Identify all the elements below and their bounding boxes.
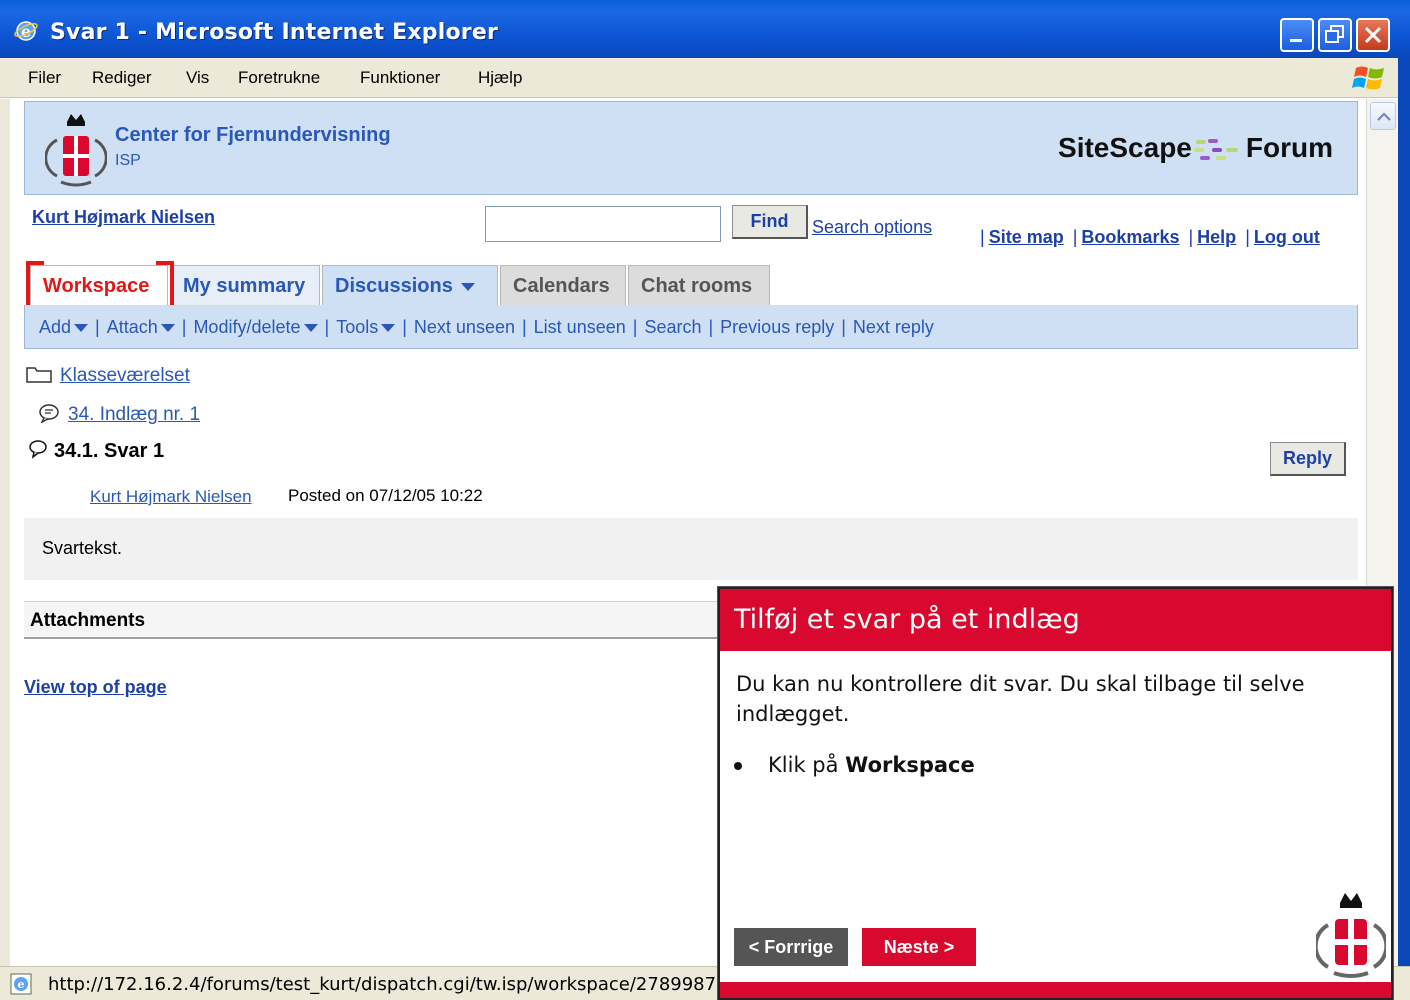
action-search[interactable]: Search [644,317,701,337]
menu-vis[interactable]: Vis [186,68,209,88]
restore-icon [1325,25,1344,43]
product-name-right: Forum [1245,132,1333,163]
menu-funktioner[interactable]: Funktioner [360,68,440,88]
tab-calendars-label: Calendars [513,275,610,297]
close-button[interactable] [1356,18,1390,52]
bookmarks-link[interactable]: Bookmarks [1081,227,1179,247]
menu-bar: Filer Rediger Vis Foretrukne Funktioner … [0,58,1410,98]
action-tools[interactable]: Tools [336,317,396,337]
product-name-left: SiteScape [1058,132,1192,163]
action-next-reply[interactable]: Next reply [853,317,934,337]
scroll-up-button[interactable] [1370,102,1396,130]
tutorial-bullet-bold: Workspace [845,753,975,777]
menu-rediger[interactable]: Rediger [92,68,152,88]
window-frame-left [0,99,10,969]
entry-body: Svartekst. [24,518,1358,580]
entry-title: 34.1. Svar 1 [28,439,164,463]
tab-discussions[interactable]: Discussions [322,265,498,305]
tab-chat-rooms[interactable]: Chat rooms [628,265,770,305]
top-links: | Site map | Bookmarks | Help | Log out [980,227,1320,247]
tab-my-summary-label: My summary [183,275,306,297]
breadcrumb-folder-label: Klasseværelset [60,365,190,386]
action-bar: Add | Attach | Modify/delete | Tools | Next unse… [24,305,1358,349]
sitescape-dots-icon [1193,138,1238,160]
action-previous-reply[interactable]: Previous reply [720,317,834,337]
tab-calendars[interactable]: Calendars [500,265,626,305]
entry-title-text: 34.1. Svar 1 [54,440,165,462]
site-banner: Center for Fjernundervisning ISP SiteSca… [24,101,1358,195]
breadcrumb-parent-entry[interactable]: 34. Indlæg nr. 1 [38,403,200,426]
find-button[interactable]: Find [732,205,808,239]
svg-text:e: e [18,978,25,991]
chevron-down-icon [460,282,475,291]
tutorial-title: Tilføj et svar på et indlæg [734,604,1080,635]
menu-foretrukne[interactable]: Foretrukne [238,68,320,88]
tab-my-summary[interactable]: My summary [170,265,320,305]
org-subtitle: ISP [115,152,141,169]
search-input[interactable] [485,206,721,242]
site-map-link[interactable]: Site map [989,227,1064,247]
menu-hjaelp[interactable]: Hjælp [478,68,522,88]
chevron-down-icon [74,324,89,333]
window-frame-right [1398,58,1410,1000]
tab-discussions-label: Discussions [335,275,453,297]
action-attach-label: Attach [106,317,158,337]
product-logo: SiteScape Forum [1058,132,1333,164]
action-attach[interactable]: Attach [107,317,175,337]
menu-filer[interactable]: Filer [28,68,61,88]
attachments-label: Attachments [30,610,146,631]
reply-bubble-icon [29,440,47,459]
tutorial-footer-bar [720,982,1391,998]
discussion-icon [39,404,59,424]
minimize-button[interactable] [1280,18,1314,52]
minimize-icon [1290,39,1302,42]
action-add[interactable]: Add [39,317,89,337]
action-tools-label: Tools [336,317,379,337]
bullet-dot-icon [734,762,742,770]
window-title: Svar 1 - Microsoft Internet Explorer [50,20,499,45]
org-name: Center for Fjernundervisning [115,124,391,146]
user-link[interactable]: Kurt Højmark Nielsen [32,207,215,228]
logout-link[interactable]: Log out [1254,227,1320,247]
action-list-unseen[interactable]: List unseen [534,317,626,337]
search-options-link[interactable]: Search options [812,217,932,238]
view-top-link[interactable]: View top of page [24,677,167,698]
folder-icon [26,367,52,383]
action-add-label: Add [39,317,72,337]
breadcrumb-parent-label: 34. Indlæg nr. 1 [68,404,201,425]
window-titlebar[interactable]: e Svar 1 - Microsoft Internet Explorer [0,0,1410,58]
breadcrumb-folder[interactable]: Klasseværelset [26,365,190,387]
tutorial-panel: Tilføj et svar på et indlæg Du kan nu ko… [718,587,1393,1000]
ie-icon: e [14,21,38,41]
close-icon [1364,26,1382,44]
crown-crest-icon [45,114,107,187]
chevron-down-icon [160,324,175,333]
crown-crest-icon [1316,893,1386,978]
posted-date: Posted on 07/12/05 10:22 [288,486,483,505]
ie-page-icon: e [10,973,32,995]
tutorial-highlight-corner [156,261,174,265]
tutorial-text: Du kan nu kontrollere dit svar. Du skal … [736,672,1305,726]
reply-button[interactable]: Reply [1270,442,1346,476]
next-button[interactable]: Næste > [862,928,976,966]
entry-body-text: Svartekst. [42,538,123,558]
help-link[interactable]: Help [1197,227,1236,247]
previous-button[interactable]: < Forrrige [734,928,848,966]
tutorial-header: Tilføj et svar på et indlæg [720,589,1391,651]
action-modify-delete-label: Modify/delete [193,317,301,337]
tutorial-bullet-prefix: Klik på [768,753,839,777]
chevron-down-icon [381,324,396,333]
windows-logo-icon [1352,66,1384,90]
action-modify-delete[interactable]: Modify/delete [193,317,318,337]
action-next-unseen[interactable]: Next unseen [414,317,515,337]
tutorial-bullet: Klik på Workspace [734,753,975,777]
status-url: http://172.16.2.4/forums/test_kurt/dispa… [48,974,717,995]
maximize-button[interactable] [1318,18,1352,52]
author-link[interactable]: Kurt Højmark Nielsen [90,487,252,507]
tab-chat-rooms-label: Chat rooms [641,275,753,297]
chevron-down-icon [303,324,318,333]
chevron-up-icon [1377,112,1391,121]
